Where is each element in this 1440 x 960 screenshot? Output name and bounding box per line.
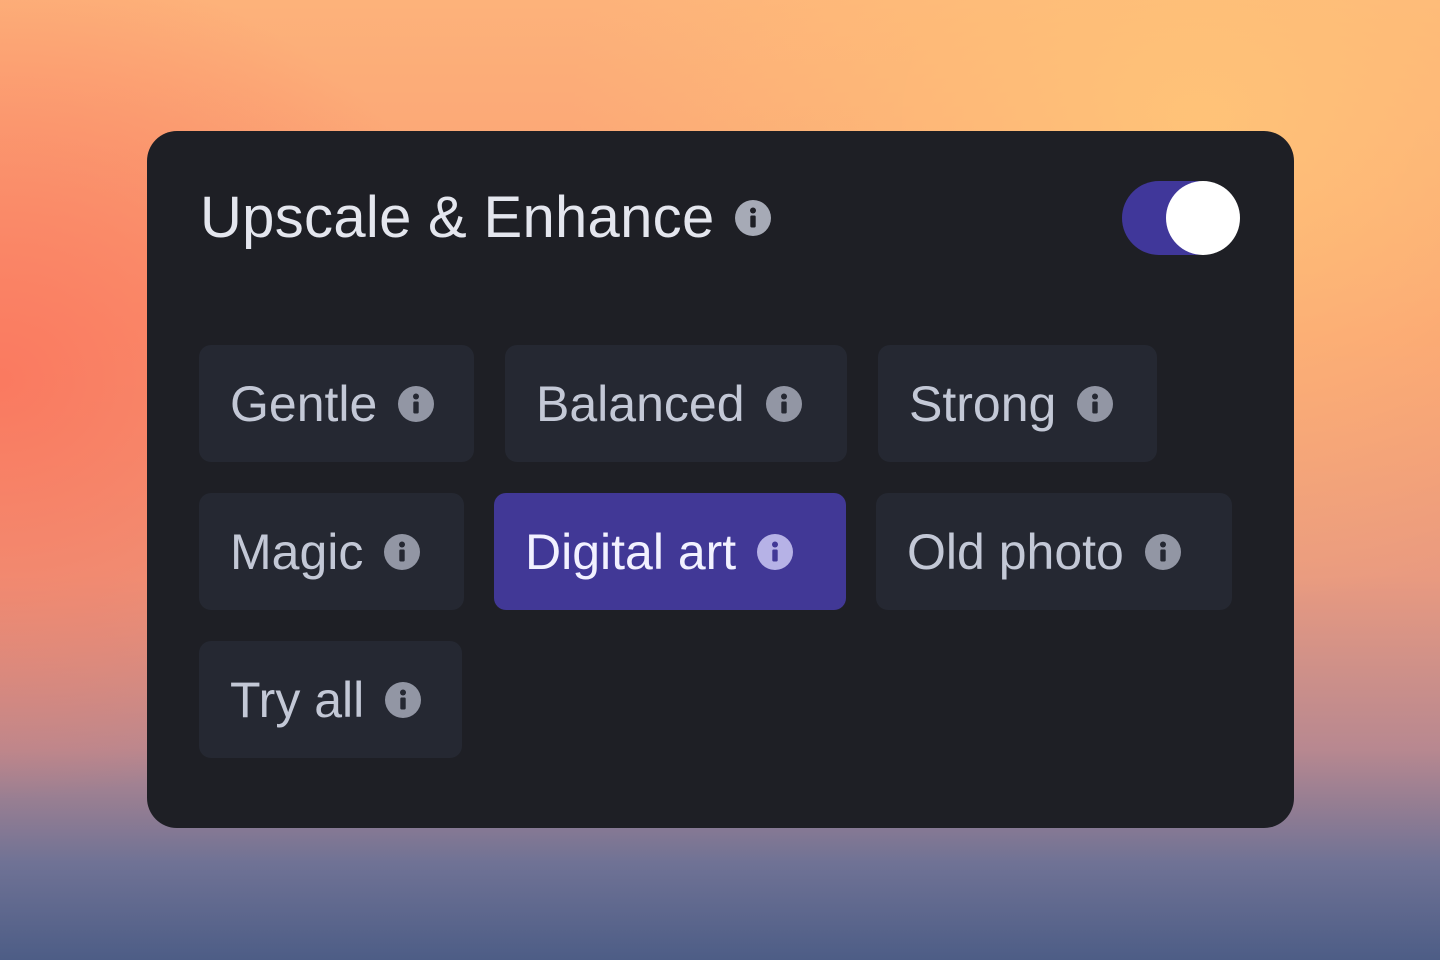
option-balanced[interactable]: Balanced — [505, 345, 847, 462]
page-background: { "panel": { "title": "Upscale & Enhance… — [0, 0, 1440, 960]
info-icon[interactable] — [1077, 385, 1114, 422]
option-label: Strong — [909, 375, 1057, 432]
option-digital-art[interactable]: Digital art — [494, 493, 846, 610]
toggle-knob — [1166, 181, 1240, 255]
info-icon[interactable] — [398, 385, 435, 422]
option-label: Digital art — [525, 523, 737, 580]
info-icon[interactable] — [1144, 533, 1181, 570]
panel-header: Upscale & Enhance — [200, 183, 771, 253]
info-icon[interactable] — [757, 533, 794, 570]
info-icon[interactable] — [734, 200, 771, 236]
info-icon[interactable] — [385, 681, 422, 718]
option-label: Gentle — [230, 375, 378, 432]
upscale-enhance-panel: Upscale & Enhance Gentle Balanced Strong — [147, 131, 1294, 828]
option-label: Old photo — [907, 523, 1124, 580]
option-old-photo[interactable]: Old photo — [876, 493, 1232, 610]
enhance-toggle[interactable] — [1122, 181, 1242, 255]
option-strong[interactable]: Strong — [878, 345, 1157, 462]
info-icon[interactable] — [765, 385, 802, 422]
option-magic[interactable]: Magic — [199, 493, 464, 610]
option-label: Try all — [230, 671, 365, 728]
option-label: Magic — [230, 523, 364, 580]
info-icon[interactable] — [384, 533, 421, 570]
option-gentle[interactable]: Gentle — [199, 345, 474, 462]
option-try-all[interactable]: Try all — [199, 641, 462, 758]
panel-title: Upscale & Enhance — [200, 185, 715, 250]
option-label: Balanced — [536, 375, 745, 432]
